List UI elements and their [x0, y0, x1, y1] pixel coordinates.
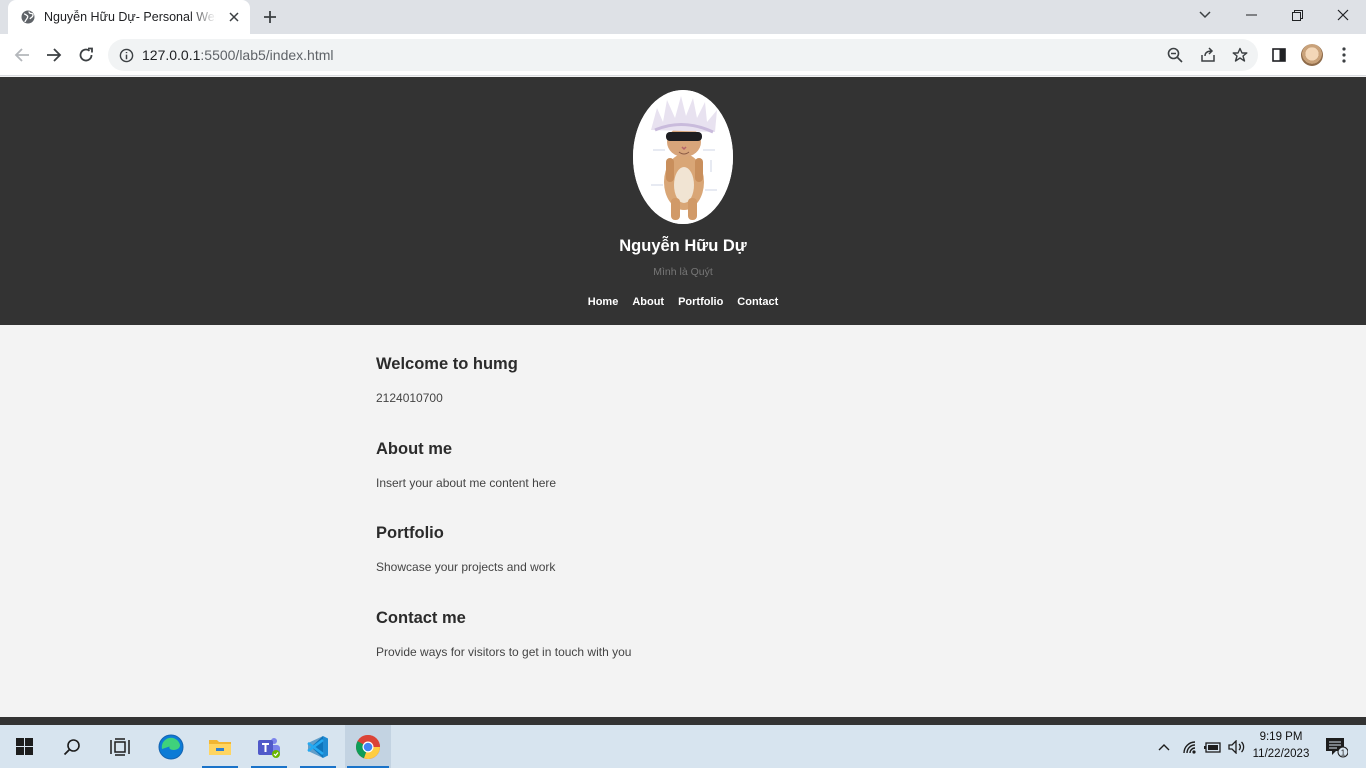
- teams-app[interactable]: [249, 725, 289, 768]
- chrome-app[interactable]: [345, 725, 391, 768]
- folder-icon: [209, 739, 231, 755]
- notification-icon: 1: [1326, 737, 1348, 757]
- show-hidden-icons-button[interactable]: [1154, 725, 1174, 768]
- tab-search-icon[interactable]: [1182, 0, 1228, 30]
- search-icon: [63, 738, 80, 755]
- task-view-button[interactable]: [100, 725, 140, 768]
- browser-tab[interactable]: Nguyễn Hữu Dự- Personal Website: [8, 0, 250, 34]
- new-tab-button[interactable]: [258, 5, 282, 29]
- section-heading: About me: [376, 440, 453, 458]
- share-icon[interactable]: [1198, 45, 1218, 65]
- url-host: 127.0.0.1: [142, 47, 201, 63]
- section-text: Provide ways for visitors to get in touc…: [376, 645, 632, 659]
- section-welcome: Welcome to humg 2124010700: [376, 355, 518, 405]
- section-heading: Portfolio: [376, 524, 444, 542]
- task-view-icon: [110, 737, 130, 756]
- address-bar[interactable]: 127.0.0.1:5500/lab5/index.html: [108, 39, 1258, 71]
- menu-dots-icon[interactable]: [1333, 44, 1355, 66]
- section-contact: Contact me Provide ways for visitors to …: [376, 609, 631, 659]
- site-name: Nguyễn Hữu Dự: [619, 237, 747, 255]
- network-icon[interactable]: [1180, 725, 1200, 768]
- url-path: :5500/lab5/index.html: [200, 47, 334, 63]
- web-page: Nguyễn Hữu Dự Mình là Quýt Home About Po…: [0, 77, 1366, 725]
- action-center-button[interactable]: 1: [1320, 725, 1352, 768]
- search-button[interactable]: [52, 725, 92, 768]
- taskbar: 9:19 PM 11/22/2023 1: [0, 725, 1366, 768]
- site-footer: [0, 717, 1366, 725]
- section-text: Insert your about me content here: [376, 476, 557, 490]
- nav-link-home[interactable]: Home: [588, 296, 619, 308]
- cat-photo-image: [633, 90, 733, 224]
- tab-title: Nguyễn Hữu Dự- Personal Website: [44, 10, 216, 24]
- taskbar-clock[interactable]: 9:19 PM 11/22/2023: [1244, 729, 1318, 763]
- nav-link-about[interactable]: About: [632, 296, 664, 308]
- site-header: Nguyễn Hữu Dự Mình là Quýt Home About Po…: [0, 77, 1366, 325]
- bookmark-star-icon[interactable]: [1230, 45, 1250, 65]
- notification-count: 1: [1341, 748, 1346, 757]
- nav-link-contact[interactable]: Contact: [737, 296, 778, 308]
- battery-icon[interactable]: [1202, 725, 1224, 768]
- edge-icon: [158, 734, 184, 759]
- section-text: 2124010700: [376, 391, 443, 405]
- close-tab-icon[interactable]: [226, 9, 242, 25]
- file-explorer-app[interactable]: [200, 725, 240, 768]
- url-text[interactable]: 127.0.0.1:5500/lab5/index.html: [142, 47, 333, 63]
- chevron-up-icon: [1158, 743, 1170, 750]
- minimize-button[interactable]: [1228, 0, 1274, 30]
- edge-app[interactable]: [151, 725, 191, 768]
- teams-icon: [258, 737, 280, 758]
- profile-avatar[interactable]: [1301, 44, 1323, 66]
- back-button[interactable]: [6, 39, 38, 71]
- nav-link-portfolio[interactable]: Portfolio: [678, 296, 723, 308]
- site-info-icon[interactable]: [118, 47, 134, 63]
- windows-logo-icon: [15, 738, 33, 755]
- tab-strip: Nguyễn Hữu Dự- Personal Website: [0, 0, 1366, 34]
- section-heading: Contact me: [376, 609, 466, 627]
- side-panel-icon[interactable]: [1268, 44, 1290, 66]
- site-subtitle: Mình là Quýt: [653, 266, 713, 278]
- forward-button[interactable]: [38, 39, 70, 71]
- clock-date: 11/22/2023: [1252, 748, 1310, 760]
- section-about: About me Insert your about me content he…: [376, 440, 556, 490]
- section-portfolio: Portfolio Showcase your projects and wor…: [376, 524, 555, 574]
- vscode-icon: [307, 735, 328, 758]
- profile-photo: [633, 90, 733, 224]
- zoom-icon[interactable]: [1165, 45, 1185, 65]
- site-nav: Home About Portfolio Contact: [0, 296, 1366, 308]
- clock-time: 9:19 PM: [1259, 731, 1303, 743]
- chrome-icon: [356, 734, 380, 759]
- browser-toolbar: 127.0.0.1:5500/lab5/index.html: [0, 34, 1366, 76]
- restore-button[interactable]: [1274, 0, 1320, 30]
- reload-button[interactable]: [70, 39, 102, 71]
- start-button[interactable]: [4, 725, 44, 768]
- close-window-button[interactable]: [1320, 0, 1366, 30]
- vscode-app[interactable]: [298, 725, 338, 768]
- section-text: Showcase your projects and work: [376, 560, 556, 574]
- globe-icon: [20, 9, 36, 25]
- section-heading: Welcome to humg: [376, 355, 518, 373]
